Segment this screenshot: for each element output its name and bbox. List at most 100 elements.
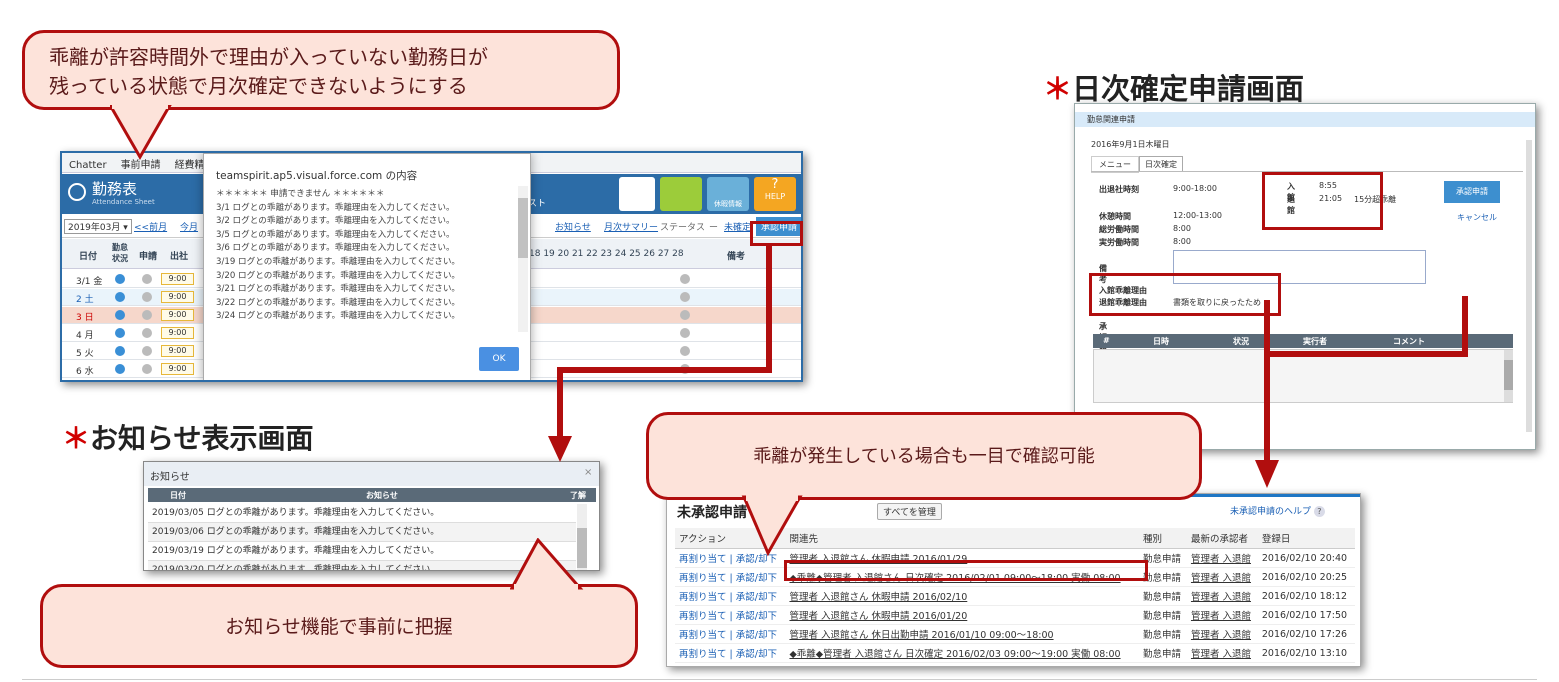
pending-title: 未承認申請	[677, 505, 747, 521]
callout-tail-top	[110, 105, 172, 160]
status-value: 未確定	[724, 223, 752, 233]
row-date: 2016/02/10 17:50	[1257, 605, 1355, 625]
lbl-actual: 実労働時間	[1099, 238, 1139, 247]
alert-line: 3/24 ログとの乖離があります。乖離理由を入力してください。	[216, 311, 461, 322]
row-action-links[interactable]: 再割り当て | 承認/却下	[675, 624, 786, 644]
in-time-field[interactable]: 9:00	[161, 327, 194, 339]
in-time-field[interactable]: 9:00	[161, 309, 194, 321]
page-subtitle: Attendance Sheet	[92, 198, 155, 206]
row-approver[interactable]: 管理者 入退館	[1186, 643, 1258, 663]
row-type: 勤怠申請	[1138, 643, 1187, 663]
manage-all-button[interactable]: すべてを管理	[877, 503, 942, 520]
history-col: 日時	[1153, 337, 1169, 346]
apply-icon[interactable]	[142, 328, 152, 338]
tab-daily[interactable]: 日次確定	[1139, 156, 1183, 172]
alert-line: 3/5 ログとの乖離があります。乖離理由を入力してください。	[216, 229, 455, 240]
lbl-inout: 出退社時刻	[1099, 185, 1139, 194]
in-time-field[interactable]: 9:00	[161, 273, 194, 285]
apply-icon[interactable]	[142, 364, 152, 374]
daily-date: 2016年9月1日木曜日	[1091, 140, 1170, 149]
notice-link[interactable]: お知らせ	[555, 220, 591, 233]
daily-apply-button[interactable]: 承認申請	[1444, 181, 1500, 203]
alert-line: 3/21 ログとの乖離があります。乖離理由を入力してください。	[216, 284, 461, 295]
in-time-field[interactable]: 9:00	[161, 291, 194, 303]
nav-chatter[interactable]: Chatter	[62, 157, 114, 174]
cancel-link[interactable]: キャンセル	[1457, 212, 1497, 223]
in-time-field[interactable]: 9:00	[161, 345, 194, 357]
pending-row: 再割り当て | 承認/却下 管理者 入退館さん 休日出勤申請 2016/01/10…	[675, 624, 1355, 644]
row-date: 2016/02/10 20:25	[1257, 567, 1355, 587]
pending-help-link[interactable]: 未承認申請のヘルプ ?	[1230, 504, 1325, 517]
apply-icon[interactable]	[142, 292, 152, 302]
notice-titlebar: お知らせ ×	[144, 462, 599, 486]
row-approver[interactable]: 管理者 入退館	[1186, 586, 1258, 606]
row-action-links[interactable]: 再割り当て | 承認/却下	[675, 567, 786, 587]
bottom-rule	[22, 679, 1537, 680]
status-icon[interactable]	[115, 292, 125, 302]
rest-info-button[interactable]: 休暇情報	[707, 177, 749, 211]
callout-tail-mid	[741, 495, 803, 557]
alert-line: 3/22 ログとの乖離があります。乖離理由を入力してください。	[216, 297, 461, 308]
this-month-link[interactable]: 今月	[180, 220, 198, 233]
monthly-summary-link[interactable]: 月次サマリー	[604, 220, 658, 233]
row-type: 勤怠申請	[1138, 586, 1187, 606]
prev-month-link[interactable]: <<前月	[134, 220, 167, 233]
highlight-divergence-row	[784, 560, 1148, 581]
alert-line: 3/2 ログとの乖離があります。乖離理由を入力してください。	[216, 216, 455, 227]
in-time-field[interactable]: 9:00	[161, 363, 194, 375]
row-date: 4 月	[76, 331, 94, 341]
status-icon[interactable]	[115, 346, 125, 356]
window-scrollbar[interactable]	[1526, 140, 1532, 432]
pending-row: 再割り当て | 承認/却下 管理者 入退館さん 休暇申請 2016/01/20 勤怠…	[675, 605, 1355, 625]
window-titlebar: 勤怠関連申請	[1075, 112, 1535, 127]
alert-line: 3/20 ログとの乖離があります。乖離理由を入力してください。	[216, 270, 461, 281]
row-date: 5 火	[76, 349, 94, 359]
apply-icon[interactable]	[142, 310, 152, 320]
row-approver[interactable]: 管理者 入退館	[1186, 567, 1258, 587]
row-date: 3 日	[76, 313, 94, 323]
help-icon: ?	[1313, 506, 1325, 517]
apply-icon[interactable]	[142, 346, 152, 356]
notice-heading: ＊お知らせ表示画面	[62, 422, 314, 455]
row-approver[interactable]: 管理者 入退館	[1186, 624, 1258, 644]
status-icon[interactable]	[115, 364, 125, 374]
apply-icon[interactable]	[142, 274, 152, 284]
status-icon[interactable]	[115, 328, 125, 338]
white-tile	[619, 177, 655, 211]
help-button[interactable]: ? HELP	[754, 177, 796, 211]
val-rest: 12:00-13:00	[1173, 211, 1222, 220]
alert-message: ＊＊＊＊＊＊ 申請できません ＊＊＊＊＊＊ 3/1 ログとの乖離があります。乖離理…	[216, 188, 516, 332]
month-select[interactable]: 2019年03月 ▾	[64, 219, 132, 234]
row-action-links[interactable]: 再割り当て | 承認/却下	[675, 643, 786, 663]
lbl-total: 総労働時間	[1099, 225, 1139, 234]
row-date: 2016/02/10 18:12	[1257, 586, 1355, 606]
pending-row: 再割り当て | 承認/却下 管理者 入退館さん 休暇申請 2016/02/10 勤怠…	[675, 586, 1355, 606]
row-approver[interactable]: 管理者 入退館	[1186, 548, 1258, 568]
row-type: 勤怠申請	[1138, 605, 1187, 625]
row-type: 勤怠申請	[1138, 624, 1187, 644]
row-approver[interactable]: 管理者 入退館	[1186, 605, 1258, 625]
page-title: 勤務表	[92, 180, 138, 198]
row-action-links[interactable]: 再割り当て | 承認/却下	[675, 586, 786, 606]
row-related[interactable]: 管理者 入退館さん 休暇申請 2016/01/20	[785, 605, 1139, 625]
notice-table-header: 日付 お知らせ 了解	[148, 488, 596, 502]
ok-button[interactable]: OK	[479, 347, 519, 371]
callout-monthly-block: 乖離が許容時間外で理由が入っていない勤務日が 残っている状態で月次確定できないよ…	[22, 30, 620, 110]
val-inout: 9:00-18:00	[1173, 184, 1217, 193]
notice-row[interactable]: 2019/03/05 ログとの乖離があります。乖離理由を入力してください。	[148, 504, 576, 523]
row-related[interactable]: 管理者 入退館さん 休日出勤申請 2016/01/10 09:00～18:00	[785, 624, 1139, 644]
row-action-links[interactable]: 再割り当て | 承認/却下	[675, 605, 786, 625]
row-related[interactable]: 管理者 入退館さん 休暇申請 2016/02/10	[785, 586, 1139, 606]
pending-row: 再割り当て | 承認/却下 ◆乖離◆管理者 入退館さん 日次確定 2016/02/…	[675, 643, 1355, 663]
alert-line: 3/19 ログとの乖離があります。乖離理由を入力してください。	[216, 256, 461, 267]
row-related[interactable]: ◆乖離◆管理者 入退館さん 日次確定 2016/02/03 09:00～19:0…	[785, 643, 1139, 663]
alert-line: 3/1 ログとの乖離があります。乖離理由を入力してください。	[216, 202, 455, 213]
status-icon[interactable]	[115, 274, 125, 284]
arrow-daily-connector	[1264, 296, 1468, 366]
green-tile[interactable]	[660, 177, 702, 211]
daily-heading: ＊日次確定申請画面	[1043, 72, 1305, 106]
alert-scrollbar[interactable]	[518, 186, 528, 332]
callout-tail-bottom	[510, 538, 584, 590]
history-scrollbar[interactable]	[1504, 350, 1513, 402]
status-icon[interactable]	[115, 310, 125, 320]
